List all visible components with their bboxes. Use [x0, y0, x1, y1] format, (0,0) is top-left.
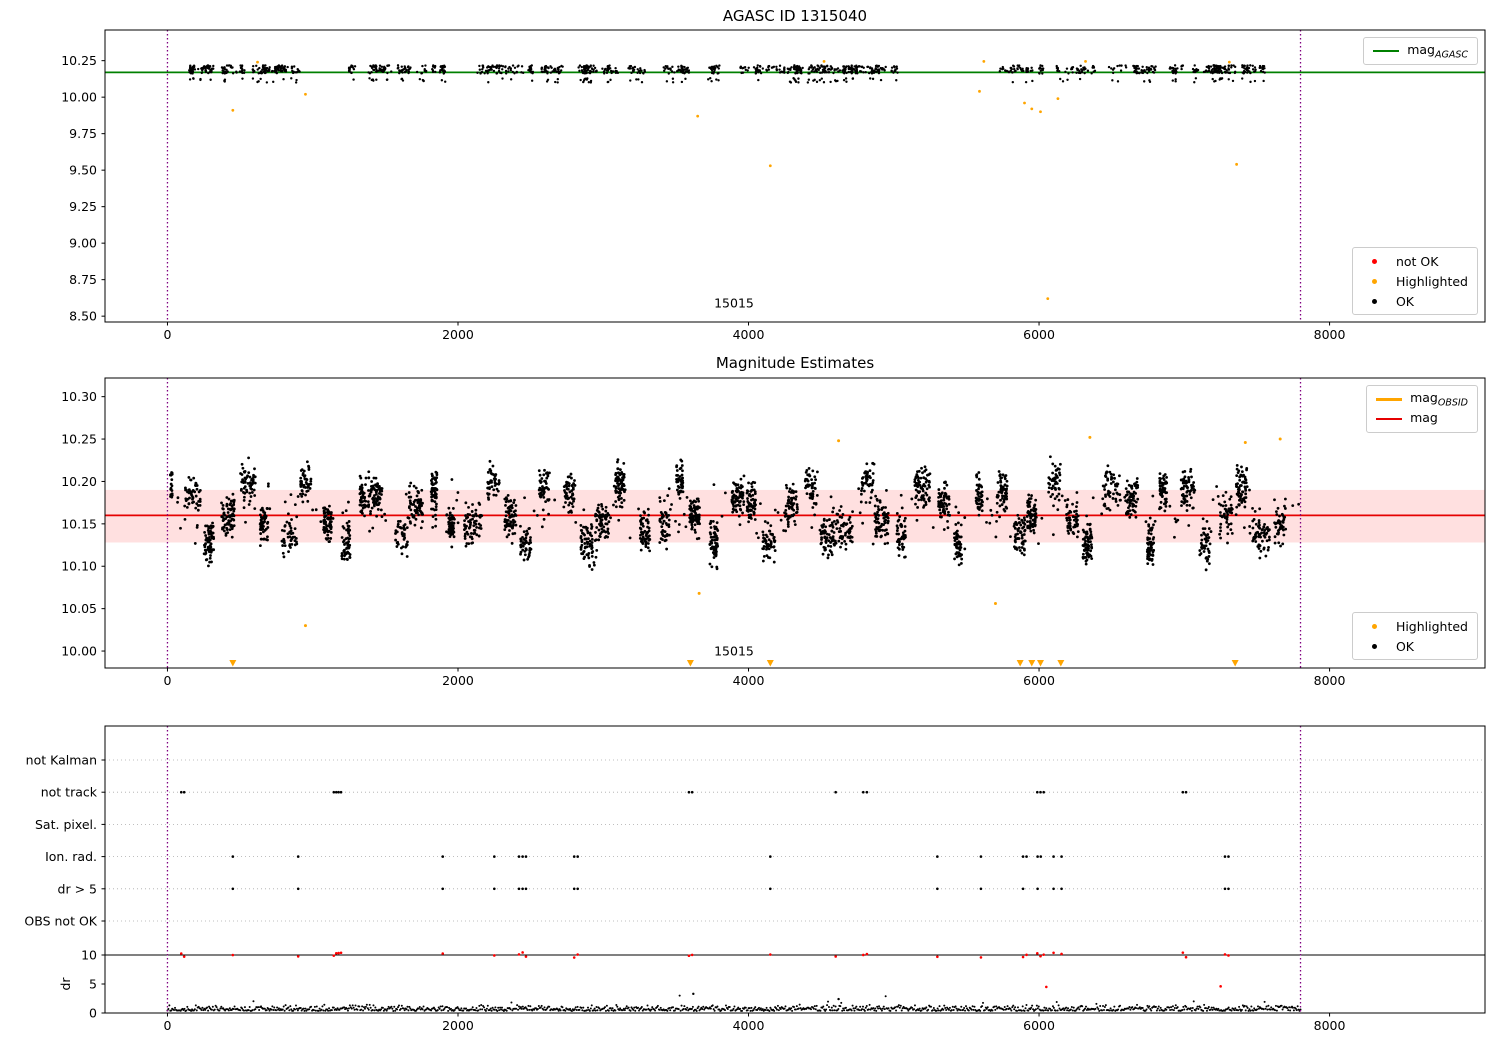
svg-text:10.25: 10.25 — [61, 53, 97, 68]
svg-text:8.50: 8.50 — [69, 309, 97, 324]
highlighted-marker-swatch — [1372, 278, 1378, 284]
legend-item-mag-agasc: magAGASC — [1373, 42, 1468, 60]
ok-label: OK — [1395, 293, 1414, 309]
svg-text:9.75: 9.75 — [69, 126, 97, 141]
legend-point-status-middle: Highlighted OK — [1351, 612, 1478, 660]
svg-text:15015: 15015 — [714, 295, 754, 310]
svg-text:6000: 6000 — [1023, 327, 1055, 342]
mag-line-swatch — [1376, 418, 1403, 420]
svg-text:8.75: 8.75 — [69, 272, 97, 287]
plots-canvas: 15015 0 2000 4000 6000 8000 8.50 8.75 9.00 9.25 9.… — [24, 29, 1486, 1033]
ok-marker-wrap — [1362, 298, 1388, 304]
highlighted-marker-wrap — [1362, 278, 1388, 284]
legend-item-highlighted: Highlighted — [1362, 272, 1468, 290]
svg-text:9.00: 9.00 — [69, 236, 97, 251]
highlighted-marker-swatch-middle — [1372, 623, 1378, 629]
mag-obsid-line-swatch — [1376, 397, 1403, 401]
legend-item-mag: mag — [1376, 410, 1468, 428]
legend-item-ok: OK — [1362, 292, 1468, 310]
top-panel-title: AGASC ID 1315040 — [722, 7, 868, 25]
legend-mag-lines: magOBSID mag — [1366, 385, 1478, 433]
ok-label-middle: OK — [1395, 638, 1414, 654]
highlighted-marker-wrap-middle — [1362, 623, 1388, 629]
legend-point-status-top: not OK Highlighted OK — [1351, 247, 1478, 315]
mag-label: mag — [1410, 409, 1438, 425]
svg-text:9.50: 9.50 — [69, 163, 97, 178]
not-ok-marker-swatch — [1372, 258, 1378, 264]
ok-marker-wrap-middle — [1362, 643, 1388, 649]
svg-text:10.00: 10.00 — [61, 90, 97, 105]
svg-text:9.25: 9.25 — [69, 199, 97, 214]
legend-item-ok-middle: OK — [1362, 637, 1468, 655]
highlighted-label: Highlighted — [1395, 273, 1468, 289]
ok-marker-swatch — [1372, 298, 1378, 304]
ok-marker-swatch-middle — [1372, 643, 1378, 649]
svg-text:4000: 4000 — [733, 327, 765, 342]
figure: 15015 0 2000 4000 6000 8000 8.50 8.75 9.00 9.25 9.… — [0, 0, 1500, 1050]
svg-text:8000: 8000 — [1314, 327, 1346, 342]
svg-text:2000: 2000 — [442, 327, 474, 342]
legend-item-not-ok: not OK — [1362, 252, 1468, 270]
mag-agasc-label: magAGASC — [1407, 41, 1468, 61]
not-ok-label: not OK — [1395, 253, 1439, 269]
legend-mag-agasc: magAGASC — [1363, 37, 1478, 65]
svg-text:0: 0 — [163, 327, 171, 342]
not-ok-marker-wrap — [1362, 258, 1388, 264]
highlighted-label-middle: Highlighted — [1395, 618, 1468, 634]
legend-item-mag-obsid: magOBSID — [1376, 390, 1468, 408]
mag-agasc-line-swatch — [1373, 50, 1400, 52]
middle-panel-title: Magnitude Estimates — [715, 354, 875, 372]
legend-item-highlighted-middle: Highlighted — [1362, 617, 1468, 635]
mag-obsid-label: magOBSID — [1410, 389, 1468, 409]
